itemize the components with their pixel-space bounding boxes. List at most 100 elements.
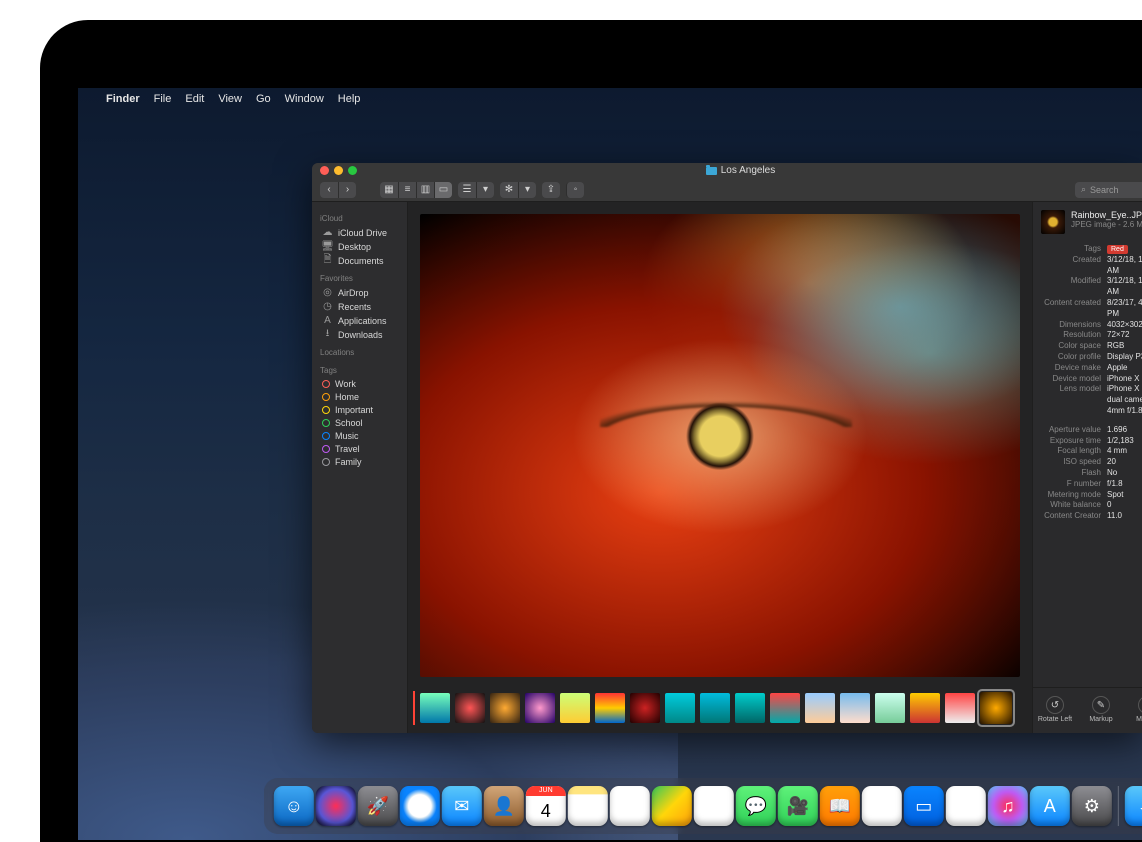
dock-preferences[interactable]: ⚙ [1072,786,1112,826]
window-titlebar[interactable]: Los Angeles [312,163,1142,178]
sidebar-item-downloads[interactable]: ⭳Downloads [318,328,401,341]
thumbnail[interactable] [805,693,835,723]
sidebar-item-label: Recents [338,302,371,312]
sidebar-tag-music[interactable]: Music [318,430,401,442]
metadata-row: Resolution72×72 [1041,330,1142,341]
menu-go[interactable]: Go [256,93,271,105]
sidebar-heading-tags: Tags [318,366,401,375]
metadata-value: Display P3 [1107,352,1142,363]
thumbnail[interactable] [735,693,765,723]
thumbnail[interactable] [420,693,450,723]
dock-ibooks[interactable]: 📖 [820,786,860,826]
dock-maps[interactable] [652,786,692,826]
dock-numbers[interactable]: ▥ [862,786,902,826]
thumbnail[interactable] [770,693,800,723]
thumbnail[interactable] [700,693,730,723]
sidebar-item-airdrop[interactable]: ◎AirDrop [318,286,401,299]
dock-news[interactable]: N [946,786,986,826]
dock-siri[interactable] [316,786,356,826]
dock-finder[interactable]: ☺ [274,786,314,826]
dock-reminders[interactable]: ☑ [610,786,650,826]
thumbnail[interactable] [595,693,625,723]
action-menu[interactable]: ▾ [518,182,536,198]
sidebar-tag-important[interactable]: Important [318,404,401,416]
device-frame: Finder File Edit View Go Window Help Los… [40,20,1142,842]
thumbnail[interactable] [910,693,940,723]
thumbnail[interactable] [840,693,870,723]
facetime-icon: 🎥 [787,796,809,817]
news-icon: N [959,796,972,817]
sidebar-item-documents[interactable]: 🗎Documents [318,254,401,267]
dock-messages[interactable]: 💬 [736,786,776,826]
markup-button[interactable]: ✎ Markup [1083,696,1119,723]
minimize-button[interactable] [334,166,343,175]
arrange-button[interactable]: ☰ [458,182,476,198]
dock-contacts[interactable]: 👤 [484,786,524,826]
thumbnail[interactable] [630,693,660,723]
markup-icon: ✎ [1092,696,1110,714]
apps-icon: A [322,315,333,326]
image-preview[interactable] [420,214,1020,677]
dock-safari[interactable] [400,786,440,826]
metadata-key: Content created [1041,298,1101,320]
dock-facetime[interactable]: 🎥 [778,786,818,826]
more-button[interactable]: ⋯ More... [1129,696,1142,723]
dock-launchpad[interactable]: 🚀 [358,786,398,826]
metadata-value: 4 mm [1107,446,1142,457]
sidebar-item-label: School [335,418,363,428]
view-columns-button[interactable]: ▥ [416,182,434,198]
thumbnail[interactable] [665,693,695,723]
menu-window[interactable]: Window [285,93,324,105]
thumbnail[interactable] [525,693,555,723]
dock-photos[interactable]: ✿ [694,786,734,826]
sidebar-tag-school[interactable]: School [318,417,401,429]
document-icon: 🗎 [322,255,333,266]
view-icons-button[interactable]: ▦ [380,182,398,198]
filmstrip[interactable] [408,689,1032,733]
dock-appstore[interactable]: A [1030,786,1070,826]
dock-downloads[interactable]: ⬇ [1125,786,1142,826]
tags-button[interactable]: ◦ [566,182,584,198]
dock-separator [1118,786,1119,826]
metadata-value: 3/12/18, 11:34 AM [1107,255,1142,277]
thumbnail[interactable] [945,693,975,723]
sidebar-tag-travel[interactable]: Travel [318,443,401,455]
view-list-button[interactable]: ≡ [398,182,416,198]
thumbnail-selected[interactable] [980,692,1012,724]
sidebar-tag-family[interactable]: Family [318,456,401,468]
dock-calendar[interactable]: JUN4 [526,786,566,826]
menu-view[interactable]: View [218,93,242,105]
sidebar-tag-home[interactable]: Home [318,391,401,403]
view-gallery-button[interactable]: ▭ [434,182,452,198]
dock-keynote[interactable]: ▭ [904,786,944,826]
metadata-key: Color space [1041,341,1101,352]
back-button[interactable]: ‹ [320,182,338,198]
dock-notes[interactable] [568,786,608,826]
share-button[interactable]: ⇪ [542,182,560,198]
dock-mail[interactable]: ✉ [442,786,482,826]
sidebar-item-applications[interactable]: AApplications [318,314,401,327]
close-button[interactable] [320,166,329,175]
dock-itunes[interactable]: ♫ [988,786,1028,826]
menu-edit[interactable]: Edit [185,93,204,105]
forward-button[interactable]: › [338,182,356,198]
search-field[interactable]: ⌕ Search [1075,182,1142,198]
thumbnail[interactable] [455,693,485,723]
menu-app[interactable]: Finder [106,93,140,105]
sidebar-item-icloud-drive[interactable]: ☁iCloud Drive [318,226,401,239]
thumbnail[interactable] [560,693,590,723]
metadata-value: iPhone X back dual camera 4mm f/1.8 [1107,384,1142,416]
zoom-button[interactable] [348,166,357,175]
action-button[interactable]: ✻ [500,182,518,198]
desktop: Finder File Edit View Go Window Help Los… [78,88,1142,840]
arrange-menu[interactable]: ▾ [476,182,494,198]
sidebar-tag-work[interactable]: Work [318,378,401,390]
metadata-block-1: TagsRedCreated3/12/18, 11:34 AMModified3… [1033,244,1142,417]
rotate-left-button[interactable]: ↺ Rotate Left [1037,696,1073,723]
menu-file[interactable]: File [154,93,172,105]
menu-help[interactable]: Help [338,93,361,105]
sidebar-item-recents[interactable]: ◷Recents [318,300,401,313]
metadata-key: Focal length [1041,446,1101,457]
thumbnail[interactable] [875,693,905,723]
thumbnail[interactable] [490,693,520,723]
